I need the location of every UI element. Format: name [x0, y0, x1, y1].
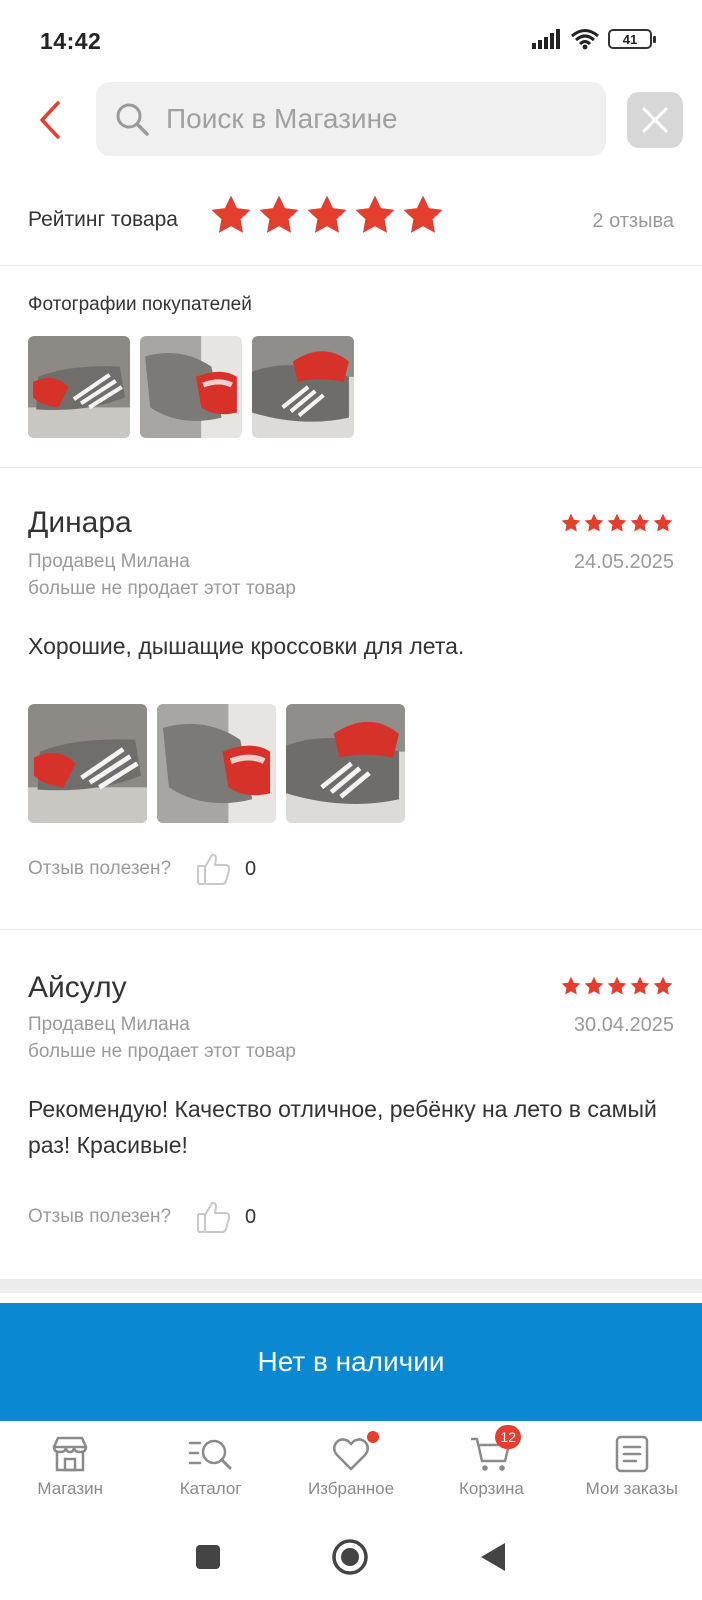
thumbs-up-icon — [197, 853, 231, 885]
star-icon — [607, 513, 627, 532]
out-of-stock-button[interactable]: Нет в наличии — [0, 1303, 702, 1421]
thumbs-up-icon — [197, 1201, 231, 1233]
nav-item-orders[interactable]: Мои заказы — [562, 1421, 702, 1513]
helpful-label: Отзыв полезен? — [28, 858, 172, 879]
rating-stars — [208, 192, 446, 238]
like-count: 0 — [245, 857, 257, 880]
search-box[interactable] — [96, 82, 606, 156]
customer-photos-section: Фотографии покупателей — [0, 266, 702, 468]
clear-search-button[interactable] — [627, 92, 683, 148]
nav-label: Корзина — [459, 1479, 524, 1498]
product-rating-row: Рейтинг товара 2 отзыва — [0, 180, 702, 266]
star-icon — [403, 195, 443, 233]
star-icon — [653, 976, 673, 995]
cart-badge: 12 — [495, 1425, 522, 1449]
reviewer-name: Айсулу — [28, 971, 127, 1004]
sneaker-photo — [140, 336, 242, 438]
customer-photo[interactable] — [140, 336, 242, 438]
sneaker-photo — [157, 704, 276, 823]
sneaker-photo — [28, 704, 147, 823]
bottom-nav: Магазин Каталог Избранное 12 Корзина Мои… — [0, 1421, 702, 1513]
system-nav-bar — [0, 1513, 702, 1600]
star-icon — [211, 195, 251, 233]
star-icon — [653, 513, 673, 532]
helpful-label: Отзыв полезен? — [28, 1206, 172, 1227]
nav-label: Мои заказы — [585, 1479, 679, 1498]
customer-photo[interactable] — [28, 336, 130, 438]
star-icon — [259, 195, 299, 233]
back-button[interactable] — [30, 100, 70, 140]
notification-dot — [366, 1431, 379, 1443]
review-photos — [28, 704, 405, 823]
star-icon — [630, 976, 650, 995]
review-stars — [560, 975, 674, 997]
search-icon — [116, 103, 149, 136]
like-count: 0 — [245, 1205, 257, 1228]
review-stars — [560, 512, 674, 534]
helpful-row: Отзыв полезен? 0 — [28, 850, 256, 888]
sneaker-photo — [286, 704, 405, 823]
review-count[interactable]: 2 отзыва — [592, 210, 674, 233]
status-bar: 14:42 41 — [0, 0, 702, 80]
reviewer-name: Динара — [28, 506, 132, 539]
helpful-row: Отзыв полезен? 0 — [28, 1198, 256, 1236]
customer-photos-row — [28, 336, 354, 438]
nav-item-catalog[interactable]: Каталог — [140, 1421, 280, 1513]
seller-note: больше не продает этот товар — [28, 578, 296, 599]
review-date: 30.04.2025 — [573, 1014, 674, 1036]
star-icon — [584, 513, 604, 532]
status-time: 14:42 — [40, 28, 102, 54]
status-icons: 41 — [532, 28, 656, 50]
wifi-icon — [571, 29, 599, 50]
like-button[interactable] — [195, 1198, 233, 1236]
nav-item-store[interactable]: Магазин — [0, 1421, 140, 1513]
nav-item-favorites[interactable]: Избранное — [281, 1421, 421, 1513]
review-photo[interactable] — [286, 704, 405, 823]
star-icon — [584, 976, 604, 995]
store-icon — [52, 1436, 88, 1472]
nav-item-cart[interactable]: 12 Корзина — [421, 1421, 561, 1513]
like-button[interactable] — [195, 850, 233, 888]
seller-name: Продавец Милана — [28, 551, 190, 572]
customer-photo[interactable] — [252, 336, 354, 438]
seller-name: Продавец Милана — [28, 1014, 190, 1035]
review-card: Айсулу Продавец Милана больше не продает… — [0, 931, 702, 1279]
star-icon — [561, 976, 581, 995]
search-input[interactable] — [166, 103, 566, 135]
sneaker-photo — [28, 336, 130, 438]
star-icon — [307, 195, 347, 233]
star-icon — [630, 513, 650, 532]
nav-label: Магазин — [37, 1479, 103, 1498]
chevron-left-icon — [40, 101, 60, 139]
orders-icon — [615, 1435, 649, 1473]
review-photo[interactable] — [28, 704, 147, 823]
heart-icon — [333, 1438, 370, 1471]
top-bar — [0, 82, 702, 158]
seller-note: больше не продает этот товар — [28, 1041, 296, 1062]
review-card: Динара Продавец Милана больше не продает… — [0, 468, 702, 930]
sneaker-photo — [252, 336, 354, 438]
close-icon — [642, 107, 668, 133]
review-photo[interactable] — [157, 704, 276, 823]
battery-level: 41 — [622, 31, 638, 47]
review-text: Рекомендую! Качество отличное, ребёнку н… — [28, 1096, 657, 1158]
review-text: Хорошие, дышащие кроссовки для лета. — [28, 633, 465, 659]
star-icon — [355, 195, 395, 233]
battery-indicator: 41 — [608, 29, 656, 49]
star-icon — [607, 976, 627, 995]
section-divider — [0, 1279, 702, 1293]
signal-icon — [532, 29, 560, 49]
catalog-search-icon — [188, 1439, 232, 1470]
star-icon — [561, 513, 581, 532]
home-icon[interactable] — [331, 1538, 369, 1576]
nav-label: Каталог — [179, 1479, 242, 1498]
back-nav-icon[interactable] — [479, 1541, 507, 1573]
recent-apps-icon[interactable] — [195, 1544, 221, 1570]
customer-photos-title: Фотографии покупателей — [28, 294, 252, 315]
nav-label: Избранное — [307, 1479, 395, 1498]
rating-label: Рейтинг товара — [28, 208, 178, 231]
review-date: 24.05.2025 — [573, 551, 674, 573]
